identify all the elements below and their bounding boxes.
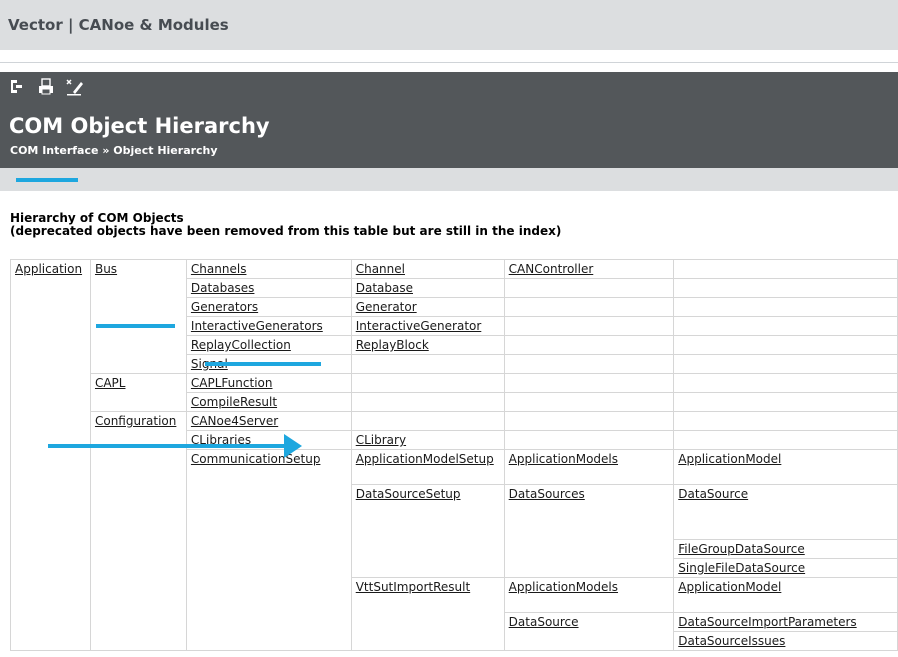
highlight-bar [205, 362, 321, 366]
link-applicationmodels[interactable]: ApplicationModels [509, 452, 618, 466]
print-icon[interactable] [38, 78, 54, 96]
link-databases[interactable]: Databases [191, 281, 255, 295]
link-capl[interactable]: CAPL [95, 376, 126, 390]
link-compileresult[interactable]: CompileResult [191, 395, 277, 409]
app-title: Vector | CANoe & Modules [8, 16, 229, 34]
table-row: Application Bus Channels Channel CANCont… [10, 259, 898, 651]
breadcrumb: COM Interface » Object Hierarchy [10, 144, 218, 157]
link-replayblock[interactable]: ReplayBlock [356, 338, 429, 352]
app-header-bar: Vector | CANoe & Modules [0, 0, 898, 50]
link-vttsutimportresult[interactable]: VttSutImportResult [356, 580, 470, 594]
link-database[interactable]: Database [356, 281, 413, 295]
link-configuration[interactable]: Configuration [95, 414, 176, 428]
link-interactivegenerator[interactable]: InteractiveGenerator [356, 319, 482, 333]
link-datasourceissues[interactable]: DataSourceIssues [678, 634, 785, 648]
link-filegroupdatasource[interactable]: FileGroupDataSource [678, 542, 804, 556]
topic-header: COM Object Hierarchy COM Interface » Obj… [0, 72, 898, 168]
link-applicationmodelsetup[interactable]: ApplicationModelSetup [356, 452, 494, 466]
link-datasource[interactable]: DataSource [678, 487, 748, 501]
link-datasources[interactable]: DataSources [509, 487, 585, 501]
topic-subbar [0, 168, 898, 191]
link-datasourceimportparameters[interactable]: DataSourceImportParameters [678, 615, 856, 629]
link-bus[interactable]: Bus [95, 262, 117, 276]
link-datasourcesetup[interactable]: DataSourceSetup [356, 487, 461, 501]
link-clibrary[interactable]: CLibrary [356, 433, 406, 447]
link-singlefiledatasource[interactable]: SingleFileDataSource [678, 561, 805, 575]
link-generators[interactable]: Generators [191, 300, 258, 314]
link-applicationmodel[interactable]: ApplicationModel [678, 452, 781, 466]
link-cancontroller[interactable]: CANController [509, 262, 594, 276]
divider [0, 62, 898, 63]
link-generator[interactable]: Generator [356, 300, 417, 314]
page-title: COM Object Hierarchy [9, 114, 270, 138]
pointer-arrow [48, 444, 286, 448]
link-caplfunction[interactable]: CAPLFunction [191, 376, 273, 390]
table-row: Configuration CANoe4Server [11, 411, 898, 651]
link-application[interactable]: Application [15, 262, 82, 276]
section-note: (deprecated objects have been removed fr… [10, 224, 562, 238]
section-heading: Hierarchy of COM Objects (deprecated obj… [10, 212, 561, 238]
link-applicationmodel-2[interactable]: ApplicationModel [678, 580, 781, 594]
link-channel[interactable]: Channel [356, 262, 405, 276]
link-canoe4server[interactable]: CANoe4Server [191, 414, 278, 428]
link-applicationmodels-2[interactable]: ApplicationModels [509, 580, 618, 594]
clear-highlight-icon[interactable] [66, 78, 83, 96]
breadcrumb-separator: » [102, 144, 110, 157]
accent-underline [16, 178, 78, 182]
link-channels[interactable]: Channels [191, 262, 247, 276]
link-interactivegenerators[interactable]: InteractiveGenerators [191, 319, 323, 333]
com-hierarchy-table: Application Bus Channels Channel CANCont… [10, 259, 898, 651]
highlight-bar [96, 324, 175, 328]
breadcrumb-com-interface[interactable]: COM Interface [10, 144, 98, 157]
breadcrumb-current: Object Hierarchy [113, 144, 218, 157]
table-row: CAPL CAPLFunction [11, 373, 898, 412]
toc-icon[interactable] [10, 78, 26, 96]
link-replaycollection[interactable]: ReplayCollection [191, 338, 291, 352]
topic-toolbar [10, 78, 83, 100]
pointer-arrow-head [284, 434, 302, 458]
link-datasource-2[interactable]: DataSource [509, 615, 579, 629]
